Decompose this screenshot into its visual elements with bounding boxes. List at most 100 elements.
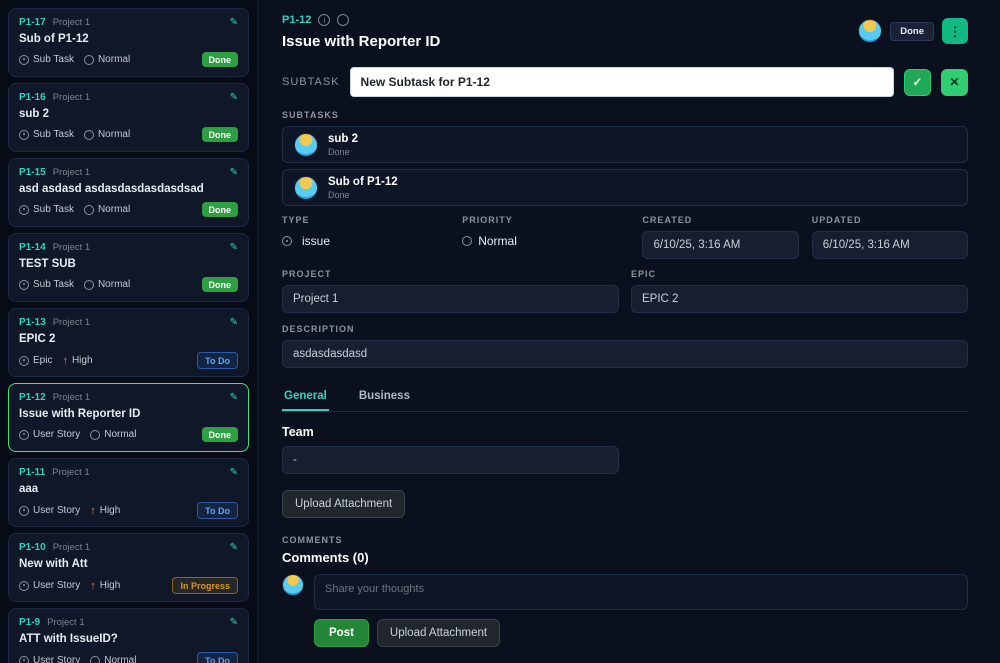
issue-type-label: Sub Task [33, 129, 74, 140]
issue-type-icon [19, 655, 29, 663]
updated-value: 6/10/25, 3:16 AM [811, 231, 968, 259]
comment-upload-attachment-button[interactable]: Upload Attachment [376, 619, 501, 647]
issue-card-header: P1-11 Project 1 ✎ [19, 467, 238, 478]
subtask-item[interactable]: Sub of P1-12 Done [282, 169, 968, 206]
issue-priority-label: Normal [97, 204, 131, 215]
issue-meta: Sub Task Normal Done [19, 127, 238, 142]
subtask-item[interactable]: sub 2 Done [282, 126, 968, 163]
issue-type-icon [19, 279, 29, 290]
detail-issue-id: P1-12 [282, 14, 312, 26]
issue-type-label: Sub Task [33, 54, 74, 65]
project-value[interactable]: Project 1 [282, 285, 619, 313]
issue-card[interactable]: P1-16 Project 1 ✎ sub 2 Sub Task Normal … [8, 83, 249, 152]
team-value[interactable]: - [282, 446, 619, 474]
issue-priority-label: Normal [97, 279, 131, 290]
subtask-title: sub 2 [328, 132, 359, 145]
issue-title: New with Att [19, 558, 88, 570]
issue-priority-label: Normal [97, 129, 131, 140]
priority-normal-icon [462, 236, 473, 246]
status-badge: Done [201, 427, 238, 442]
issue-priority-label: Normal [104, 429, 137, 440]
assignee-avatar[interactable] [858, 19, 883, 43]
issue-card[interactable]: P1-13 Project 1 ✎ EPIC 2 Epic ↑ High To … [8, 308, 249, 377]
subtasks-list: sub 2 Done Sub of P1-12 Done [282, 126, 968, 206]
issue-id: P1-13 [19, 317, 46, 328]
status-badge: Done [201, 277, 238, 292]
issue-meta: User Story Normal Done [19, 427, 238, 442]
issue-id: P1-15 [19, 167, 46, 178]
epic-label: EPIC [631, 269, 657, 279]
issue-card[interactable]: P1-12 Project 1 ✎ Issue with Reporter ID… [8, 383, 249, 452]
subtask-form: SUBTASK ✓ ✕ [282, 67, 968, 97]
edit-icon[interactable]: ✎ [230, 242, 238, 253]
issue-card[interactable]: P1-14 Project 1 ✎ TEST SUB Sub Task Norm… [8, 233, 249, 302]
issue-type-label: Sub Task [33, 279, 74, 290]
issue-card[interactable]: P1-9 Project 1 ✎ ATT with IssueID? User … [8, 608, 249, 663]
issue-card[interactable]: P1-15 Project 1 ✎ asd asdasd asdasdasdas… [8, 158, 249, 227]
info-icon[interactable]: i [318, 14, 331, 26]
subtask-avatar [294, 132, 318, 157]
created-value: 6/10/25, 3:16 AM [642, 231, 799, 259]
edit-icon[interactable]: ✎ [230, 17, 238, 28]
issue-priority-label: Normal [104, 655, 137, 663]
tab-business[interactable]: Business [357, 382, 412, 411]
description-label: DESCRIPTION [282, 324, 355, 334]
detail-tabs: General Business [282, 382, 968, 412]
issue-card[interactable]: P1-11 Project 1 ✎ aaa User Story ↑ High … [8, 458, 249, 527]
subtask-status: Done [328, 146, 350, 157]
cancel-subtask-button[interactable]: ✕ [941, 68, 968, 96]
issue-title: ATT with IssueID? [19, 633, 118, 645]
edit-icon[interactable]: ✎ [230, 542, 238, 553]
issue-project: Project 1 [52, 242, 91, 253]
priority-value: Normal [478, 234, 517, 248]
issue-type-label: User Story [33, 505, 81, 516]
type-label: TYPE [282, 215, 310, 225]
issue-card-header: P1-9 Project 1 ✎ [19, 617, 238, 628]
issue-type-label: User Story [33, 655, 81, 663]
upload-attachment-button[interactable]: Upload Attachment [282, 490, 406, 518]
edit-icon[interactable]: ✎ [230, 617, 238, 628]
comment-input[interactable] [314, 574, 968, 610]
post-comment-button[interactable]: Post [314, 619, 369, 647]
edit-icon[interactable]: ✎ [230, 467, 238, 478]
priority-icon [83, 54, 94, 65]
issue-title: Sub of P1-12 [19, 33, 89, 45]
subtask-title-input[interactable] [349, 67, 894, 97]
updated-label: UPDATED [811, 215, 862, 225]
kebab-menu-button[interactable]: ⋮ [942, 18, 968, 44]
circle-icon[interactable] [337, 14, 350, 26]
issue-project: Project 1 [52, 467, 90, 478]
detail-header: P1-12 i Issue with Reporter ID Done ⋮ [282, 14, 968, 50]
issue-meta: Epic ↑ High To Do [19, 352, 238, 369]
issue-id: P1-12 [19, 392, 46, 403]
issue-list[interactable]: P1-17 Project 1 ✎ Sub of P1-12 Sub Task … [0, 0, 258, 663]
issue-meta: User Story ↑ High In Progress [19, 577, 238, 594]
priority-icon [90, 429, 101, 440]
issue-id: P1-9 [19, 617, 41, 628]
issue-id: P1-14 [19, 242, 46, 253]
edit-icon[interactable]: ✎ [230, 317, 238, 328]
edit-icon[interactable]: ✎ [230, 167, 238, 178]
status-badge: Done [201, 52, 238, 67]
tab-general[interactable]: General [282, 382, 329, 411]
description-value[interactable]: asdasdasdasd [282, 340, 968, 368]
edit-icon[interactable]: ✎ [230, 92, 238, 103]
header-status-badge[interactable]: Done [890, 21, 934, 41]
issue-type-icon [19, 54, 29, 65]
comments-title: Comments (0) [282, 550, 369, 565]
issue-priority-label: High [71, 355, 93, 366]
issue-card[interactable]: P1-10 Project 1 ✎ New with Att User Stor… [8, 533, 249, 602]
issue-type-icon [19, 580, 29, 591]
epic-value[interactable]: EPIC 2 [631, 285, 968, 313]
priority-icon: ↑ [90, 504, 96, 517]
edit-icon[interactable]: ✎ [230, 392, 238, 403]
issue-type-label: User Story [33, 429, 81, 440]
issue-type-label: Sub Task [33, 204, 74, 215]
confirm-subtask-button[interactable]: ✓ [904, 68, 931, 96]
app-window: P1-17 Project 1 ✎ Sub of P1-12 Sub Task … [0, 0, 1000, 663]
issue-title: Issue with Reporter ID [19, 408, 141, 420]
team-label: Team [282, 425, 314, 439]
type-value: issue [302, 234, 331, 248]
issue-meta: Sub Task Normal Done [19, 277, 238, 292]
issue-card[interactable]: P1-17 Project 1 ✎ Sub of P1-12 Sub Task … [8, 8, 249, 77]
